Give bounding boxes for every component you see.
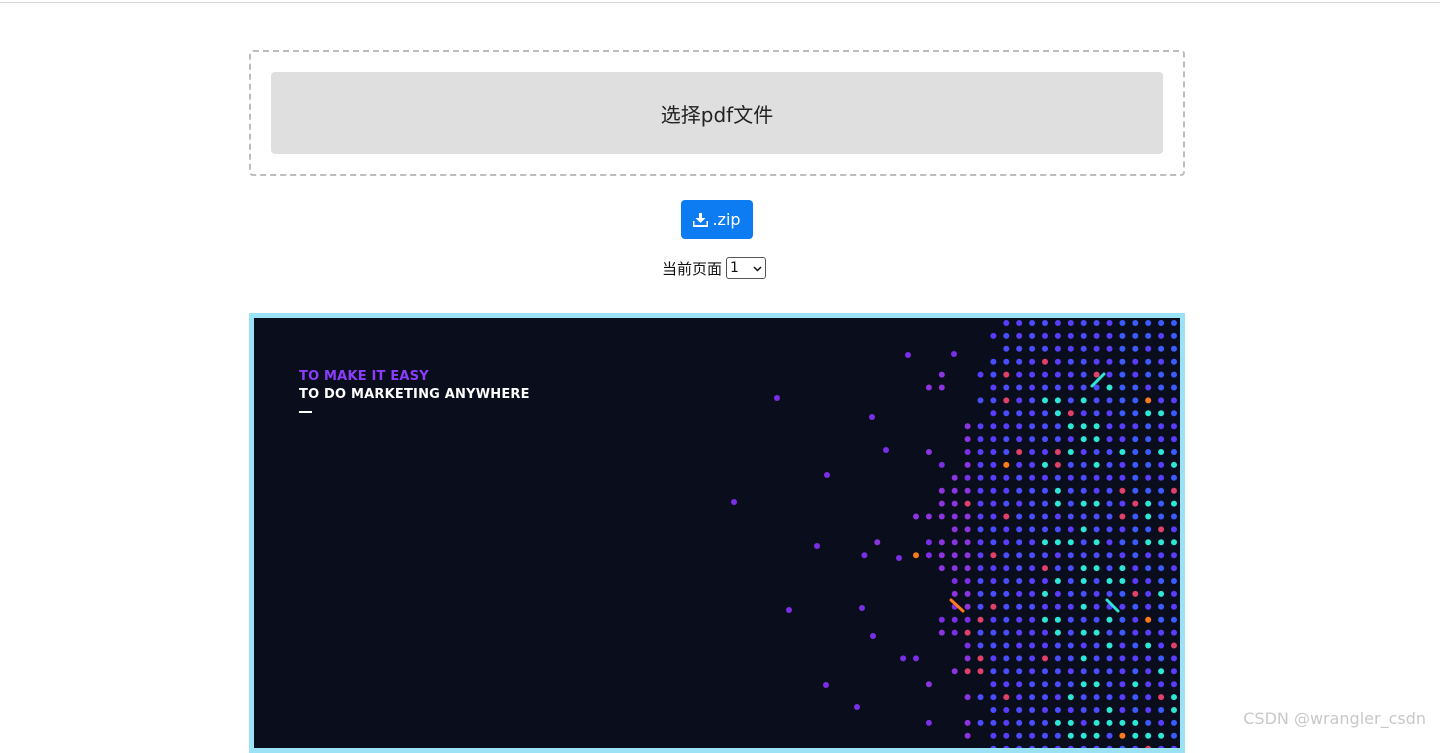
watermark: CSDN @wrangler_csdn — [1243, 709, 1426, 728]
pdf-dropzone[interactable]: 选择pdf文件 — [249, 50, 1185, 176]
chevron-down-icon — [753, 260, 762, 276]
slide-heading: TO MAKE IT EASY TO DO MARKETING ANYWHERE — [299, 368, 530, 413]
slide-image: TO MAKE IT EASY TO DO MARKETING ANYWHERE — [254, 318, 1180, 748]
slide-heading-line2: TO DO MARKETING ANYWHERE — [299, 387, 530, 402]
pdf-page-preview: TO MAKE IT EASY TO DO MARKETING ANYWHERE — [249, 313, 1185, 753]
download-zip-button[interactable]: .zip — [681, 200, 753, 239]
page-selector-row: 当前页面 1 — [662, 257, 767, 279]
page-select[interactable]: 1 — [726, 257, 767, 279]
page-selector-label: 当前页面 — [662, 259, 723, 278]
download-zip-label: .zip — [712, 210, 741, 229]
download-icon — [693, 212, 709, 227]
slide-dash — [299, 411, 312, 413]
top-divider — [0, 2, 1440, 3]
slide-heading-line1: TO MAKE IT EASY — [299, 369, 429, 384]
choose-pdf-button[interactable]: 选择pdf文件 — [271, 72, 1163, 154]
page-select-value: 1 — [730, 260, 739, 276]
